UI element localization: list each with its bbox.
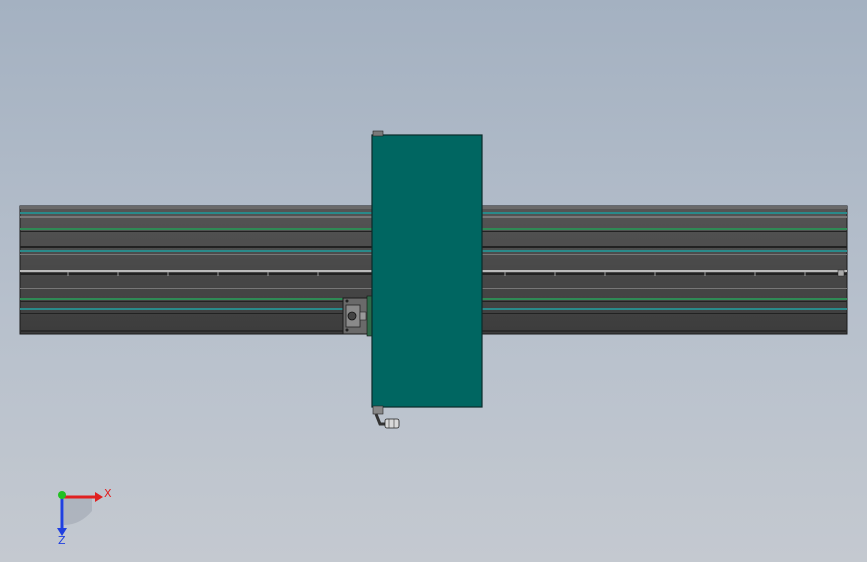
y-axis-dot [58,491,66,499]
x-axis-label: X [104,487,112,500]
pneumatic-fitting[interactable] [372,405,400,429]
bolt [345,299,349,303]
rail-end-marker [837,269,845,277]
view-triad: X Z [57,487,112,547]
fitting-nut [384,418,400,429]
motor-block[interactable] [342,295,373,337]
motor-shaft [347,311,357,321]
carriage-plate[interactable] [371,130,483,408]
cad-viewport[interactable]: X Z [0,0,867,562]
model-canvas[interactable]: X Z [0,0,867,562]
fitting-base [372,405,384,415]
bolt [345,328,349,332]
z-axis-label: Z [58,534,66,547]
coupling [359,311,367,321]
x-axis-arrow [95,492,103,502]
triad-shadow [64,497,92,525]
motor-flange [366,295,373,337]
carriage-body [371,134,483,408]
carriage-top-tab [372,130,384,137]
